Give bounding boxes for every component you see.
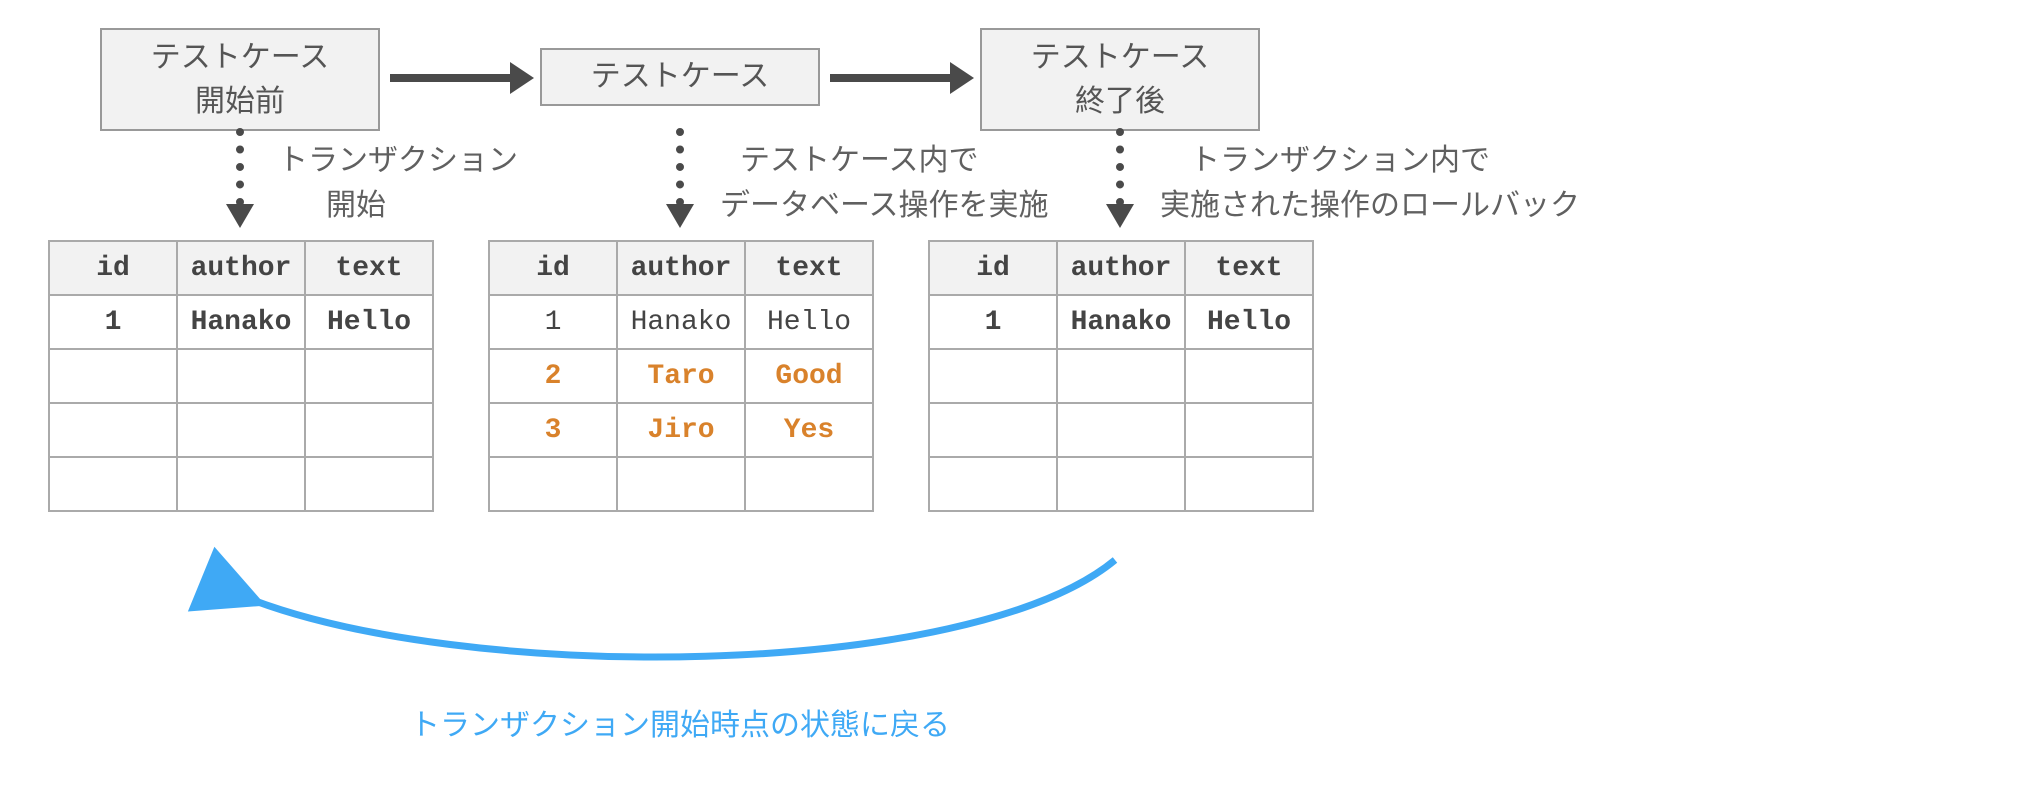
table-row: 3 Jiro Yes <box>489 403 873 457</box>
table-during: id author text 1 Hanako Hello 2 Taro Goo… <box>488 240 874 512</box>
annotation-db-ops: テストケース内で データベース操作を実施 <box>720 138 1049 228</box>
table-row <box>489 457 873 511</box>
table-row <box>929 403 1313 457</box>
annotation-db-ops-line1: テストケース内で <box>720 138 1049 183</box>
arrow-during-to-after <box>830 74 952 82</box>
stage-after-box: テストケース 終了後 <box>980 28 1260 131</box>
stage-before-line2: 開始前 <box>102 80 378 124</box>
stage-before-box: テストケース 開始前 <box>100 28 380 131</box>
table-row: 1 Hanako Hello <box>929 295 1313 349</box>
th-text: text <box>1185 241 1313 295</box>
stage-before-line1: テストケース <box>102 36 378 80</box>
table-row: 1 Hanako Hello <box>49 295 433 349</box>
table-before: id author text 1 Hanako Hello <box>48 240 434 512</box>
table-row <box>49 349 433 403</box>
annotation-tx-begin-line2: 開始 <box>278 183 518 228</box>
table-row <box>49 403 433 457</box>
dashed-arrow-before <box>236 128 244 206</box>
annotation-rollback-op-line1: トランザクション内で <box>1160 138 1580 183</box>
rollback-arrow-icon <box>200 550 1140 690</box>
annotation-tx-begin-line1: トランザクション <box>278 138 518 183</box>
dashed-arrow-after <box>1116 128 1124 206</box>
th-author: author <box>1057 241 1185 295</box>
arrow-before-to-during <box>390 74 512 82</box>
table-row <box>929 349 1313 403</box>
table-row <box>49 457 433 511</box>
annotation-rollback-op: トランザクション内で 実施された操作のロールバック <box>1160 138 1580 228</box>
diagram-canvas: テストケース 開始前 テストケース テストケース 終了後 トランザクション 開始… <box>20 20 2010 784</box>
annotation-rollback-op-line2: 実施された操作のロールバック <box>1160 183 1580 228</box>
th-id: id <box>929 241 1057 295</box>
stage-during-line1: テストケース <box>542 55 818 99</box>
th-id: id <box>489 241 617 295</box>
th-text: text <box>305 241 433 295</box>
stage-after-line1: テストケース <box>982 36 1258 80</box>
dashed-arrow-during <box>676 128 684 206</box>
table-row <box>929 457 1313 511</box>
table-row: 2 Taro Good <box>489 349 873 403</box>
table-after: id author text 1 Hanako Hello <box>928 240 1314 512</box>
table-row: 1 Hanako Hello <box>489 295 873 349</box>
th-id: id <box>49 241 177 295</box>
annotation-tx-begin: トランザクション 開始 <box>278 138 518 228</box>
rollback-caption: トランザクション開始時点の状態に戻る <box>370 700 990 744</box>
th-text: text <box>745 241 873 295</box>
th-author: author <box>177 241 305 295</box>
stage-after-line2: 終了後 <box>982 80 1258 124</box>
stage-during-box: テストケース <box>540 48 820 106</box>
annotation-db-ops-line2: データベース操作を実施 <box>720 183 1049 228</box>
th-author: author <box>617 241 745 295</box>
